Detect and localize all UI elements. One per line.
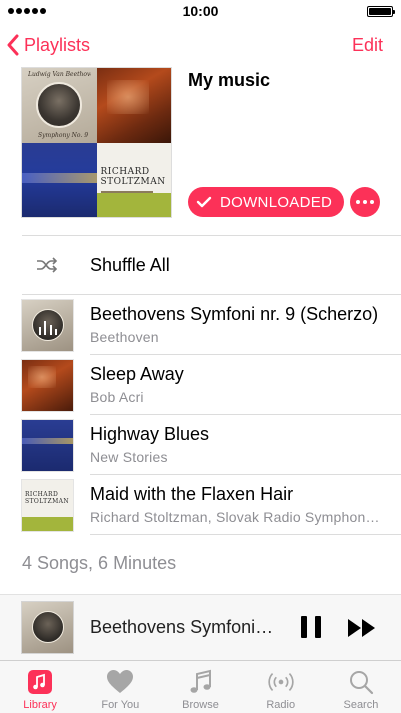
status-bar: 10:00 <box>0 0 401 22</box>
checkmark-icon <box>196 196 212 208</box>
tab-label: Library <box>23 699 57 711</box>
status-time: 10:00 <box>182 3 219 19</box>
now-playing-equalizer-icon <box>39 317 57 335</box>
song-title: Sleep Away <box>90 364 184 384</box>
tab-label: Search <box>343 699 379 711</box>
battery-icon <box>367 5 395 17</box>
more-dot-icon <box>370 200 374 204</box>
mini-player[interactable]: Beethovens Symfoni nr. 9 (Scherzo) <box>0 594 401 660</box>
signal-strength-icon <box>8 8 46 14</box>
song-artist: Beethoven <box>90 329 159 345</box>
tab-radio[interactable]: Radio <box>241 661 321 713</box>
pause-icon <box>301 616 307 638</box>
search-icon <box>346 667 376 697</box>
cover-text-work: Symphony No. 9 <box>38 131 89 139</box>
song-row[interactable]: Sleep Away Bob Acri <box>0 355 401 415</box>
song-artwork <box>22 420 73 471</box>
downloaded-button[interactable]: DOWNLOADED <box>188 187 345 217</box>
playlist-title: My music <box>188 70 271 90</box>
song-artist: New Stories <box>90 449 168 465</box>
song-artwork <box>22 360 73 411</box>
chevron-left-icon <box>7 34 19 56</box>
next-track-button[interactable] <box>346 617 378 639</box>
playlist-summary: 4 Songs, 6 Minutes <box>22 553 177 573</box>
song-row[interactable]: Beethovens Symfoni nr. 9 (Scherzo) Beeth… <box>0 295 401 355</box>
song-row[interactable]: RICHARD STOLTZMAN Maid with the Flaxen Ha… <box>0 475 401 535</box>
shuffle-all-label: Shuffle All <box>90 255 170 275</box>
cover-text-artist: RICHARD STOLTZMAN <box>100 166 166 187</box>
music-note-icon <box>186 667 216 697</box>
song-title: Highway Blues <box>90 424 210 444</box>
pause-button[interactable] <box>301 616 321 640</box>
song-artwork: RICHARD STOLTZMAN <box>22 480 73 531</box>
shuffle-all-row[interactable]: Shuffle All <box>0 236 401 294</box>
stoltzman-cover-image: RICHARD STOLTZMAN MAID WITH FLAXEN HAIR <box>96 142 171 217</box>
song-title: Maid with the Flaxen Hair <box>90 484 294 504</box>
portrait-image <box>36 82 82 128</box>
navigation-bar: Playlists Edit <box>0 22 401 68</box>
shuffle-icon <box>37 257 58 273</box>
more-options-button[interactable] <box>350 187 380 217</box>
downloaded-label: DOWNLOADED <box>220 193 333 211</box>
back-button[interactable]: Playlists <box>6 34 90 56</box>
now-playing-artwork <box>22 602 73 653</box>
tab-label: For You <box>101 699 140 711</box>
song-artist: Richard Stoltzman, Slovak Radio Symphony… <box>90 509 380 525</box>
playlist-artwork: Ludwig Van Beethoven Symphony No. 9 RICH… <box>22 68 171 217</box>
tab-bar: Library For You Browse Radio Search <box>0 660 401 713</box>
song-artwork <box>22 300 73 351</box>
more-dot-icon <box>356 200 360 204</box>
song-list: Beethovens Symfoni nr. 9 (Scherzo) Beeth… <box>0 295 401 535</box>
now-playing-title: Beethovens Symfoni nr. 9 (Scherzo) <box>90 617 278 637</box>
cover-text-composer: Ludwig Van Beethoven <box>28 71 91 78</box>
tab-search[interactable]: Search <box>321 661 401 713</box>
piano-cover-image <box>96 68 171 143</box>
song-title: Beethovens Symfoni nr. 9 (Scherzo) <box>90 304 379 324</box>
edit-button[interactable]: Edit <box>352 35 393 56</box>
radio-waves-icon <box>266 667 296 697</box>
playlist-header: Ludwig Van Beethoven Symphony No. 9 RICH… <box>0 68 401 234</box>
more-dot-icon <box>363 200 367 204</box>
tab-for-you[interactable]: For You <box>80 661 160 713</box>
library-icon <box>25 667 55 697</box>
highway-blues-cover-image <box>22 142 97 217</box>
heart-icon <box>105 667 135 697</box>
tab-label: Browse <box>182 699 219 711</box>
back-button-label: Playlists <box>24 34 91 55</box>
tab-library[interactable]: Library <box>0 661 80 713</box>
tab-label: Radio <box>266 699 296 711</box>
song-artist: Bob Acri <box>90 389 144 405</box>
song-row[interactable]: Highway Blues New Stories <box>0 415 401 475</box>
tab-browse[interactable]: Browse <box>160 661 240 713</box>
beethoven-cover-image: Ludwig Van Beethoven Symphony No. 9 <box>22 68 97 143</box>
